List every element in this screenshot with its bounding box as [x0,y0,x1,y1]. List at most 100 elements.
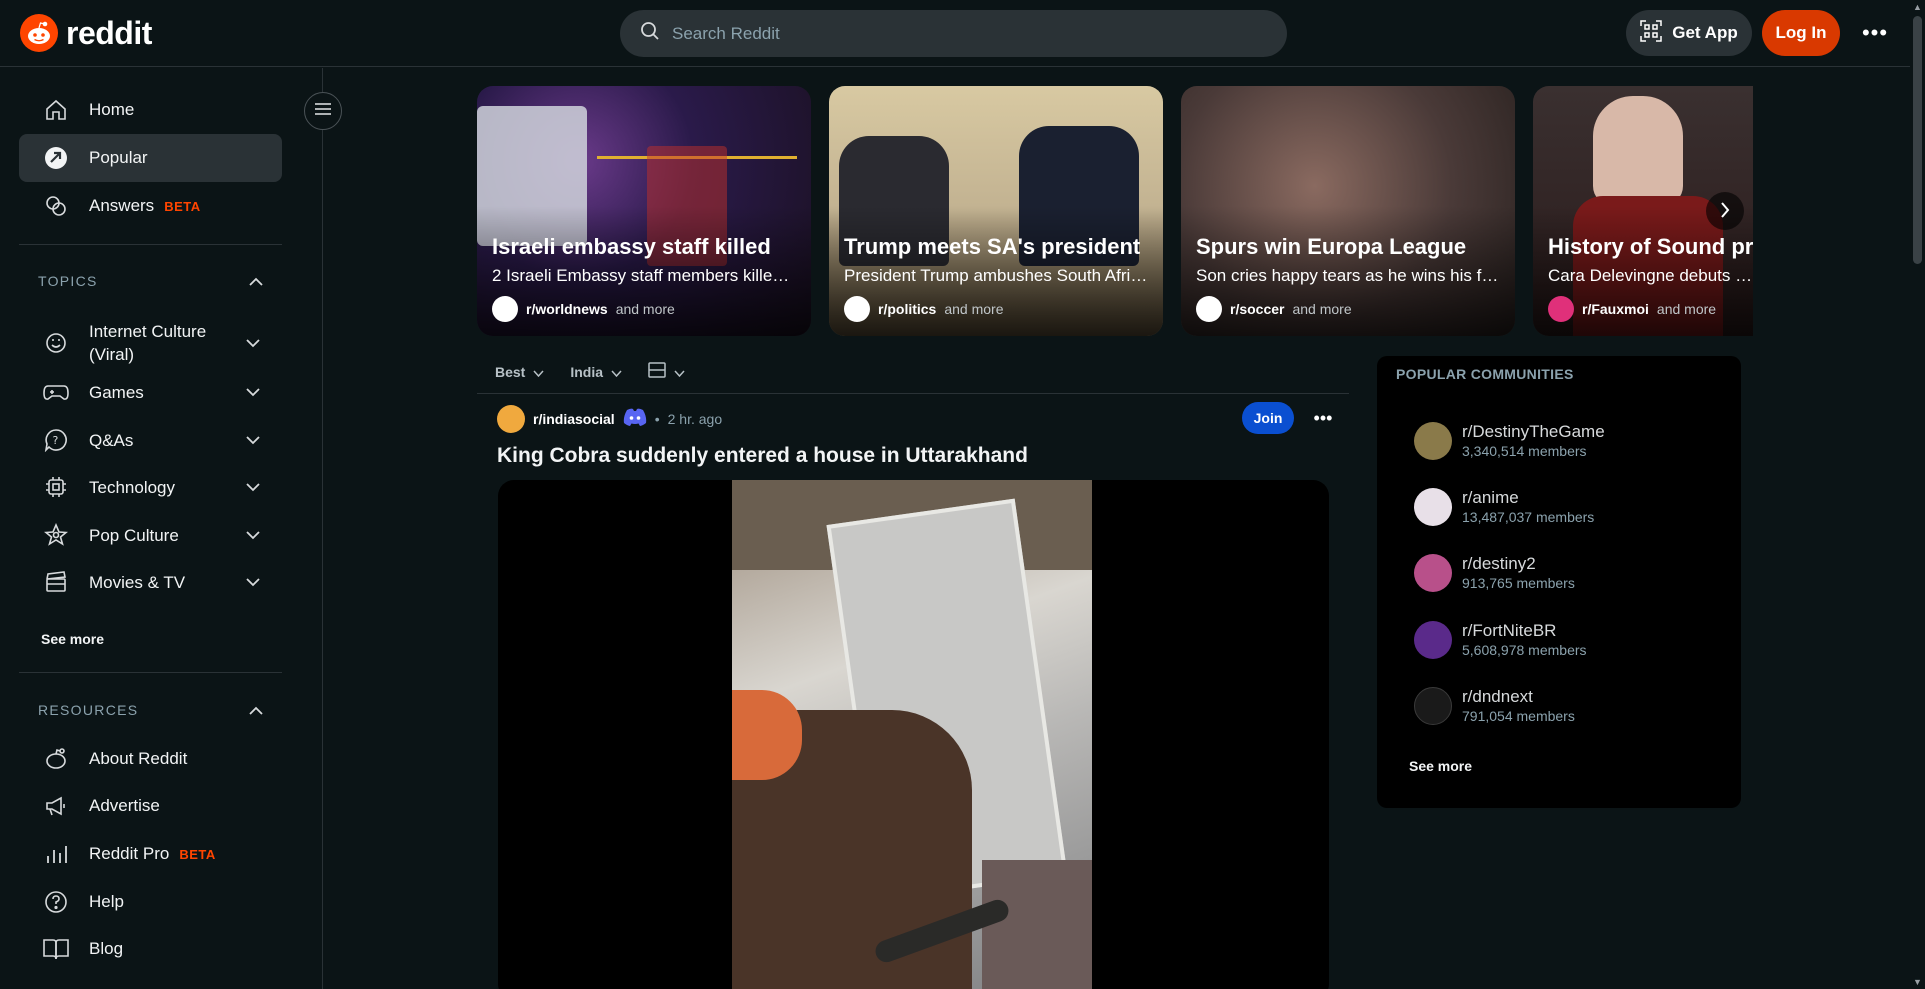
resources-header[interactable]: RESOURCES [38,702,263,718]
login-button[interactable]: Log In [1762,10,1840,56]
trending-carousel: Israeli embassy staff killed 2 Israeli E… [477,86,1753,336]
fauxmoi-avatar-icon [1548,296,1574,322]
bar-chart-icon [43,841,69,867]
sidebar-item-label: Answers [89,196,155,215]
sidebar-item-label: Popular [89,148,148,167]
topics-see-more-link[interactable]: See more [41,631,104,647]
sidebar-item-label: Blog [89,939,124,958]
community-name: r/destiny2 [1462,554,1536,573]
internet-culture-icon [43,330,69,356]
community-members: 13,487,037 members [1462,509,1595,525]
search-icon [640,21,660,46]
popular-communities-panel: POPULAR COMMUNITIES r/DestinyTheGame 3,3… [1377,356,1741,808]
sidebar-item-movies-tv[interactable]: Movies & TV [19,567,282,597]
card-more: and more [615,301,675,317]
community-item[interactable]: r/destiny2 913,765 members [1414,546,1724,600]
gamepad-icon [43,379,69,405]
sidebar-item-internet-culture[interactable]: Internet Culture (Viral) [19,318,282,368]
topics-header[interactable]: TOPICS [38,273,263,289]
community-name: r/DestinyTheGame [1462,422,1605,441]
collapse-sidebar-button[interactable] [304,92,342,130]
page-scrollbar[interactable]: ▲ ▼ [1910,0,1925,989]
card-subreddit[interactable]: r/worldnews [526,301,608,317]
communities-see-more-link[interactable]: See more [1409,758,1472,774]
sort-dropdown[interactable]: Best [495,364,544,380]
sidebar-item-label: Movies & TV [89,572,186,592]
post-video[interactable] [498,480,1329,989]
soccer-avatar-icon [1196,296,1222,322]
sidebar-item-home[interactable]: Home [19,86,282,134]
get-app-button[interactable]: Get App [1626,10,1752,56]
sidebar-item-label: Games [89,382,144,402]
card-subreddit[interactable]: r/politics [878,301,936,317]
sidebar-item-help[interactable]: Help [19,878,282,926]
sidebar-item-pop-culture[interactable]: Pop Culture [19,520,282,550]
qr-code-icon [1640,19,1662,47]
card-subreddit[interactable]: r/Fauxmoi [1582,301,1649,317]
card-title: Spurs win Europa League [1196,234,1467,259]
community-name: r/FortNiteBR [1462,621,1557,640]
sidebar-item-games[interactable]: Games [19,377,282,407]
reddit-app: reddit Get App Log In ••• Home [0,0,1925,989]
discord-icon [623,408,647,431]
community-item[interactable]: r/dndnext 791,054 members [1414,679,1724,733]
sidebar-item-blog[interactable]: Blog [19,925,282,973]
chevron-down-icon [246,572,260,592]
card-subreddit[interactable]: r/soccer [1230,301,1284,317]
carousel-card[interactable]: Israeli embassy staff killed 2 Israeli E… [477,86,811,336]
card-meta: r/worldnews and more [492,296,675,322]
post-subreddit[interactable]: r/indiasocial [533,411,615,427]
chevron-down-icon [246,333,260,353]
community-name: r/dndnext [1462,687,1533,706]
chevron-down-icon [246,382,260,402]
carousel-next-button[interactable] [1706,192,1744,230]
sidebar-item-popular[interactable]: Popular [19,134,282,182]
scroll-up-icon[interactable]: ▲ [1913,2,1922,12]
sidebar-item-technology[interactable]: Technology [19,472,282,502]
view-dropdown[interactable] [648,362,685,381]
search-input[interactable] [672,23,1252,44]
feed-sort-bar: Best India [477,350,1349,394]
card-meta: r/soccer and more [1196,296,1352,322]
carousel-card[interactable]: Spurs win Europa League Son cries happy … [1181,86,1515,336]
join-button[interactable]: Join [1242,402,1294,434]
post-title[interactable]: King Cobra suddenly entered a house in U… [497,444,1028,468]
community-item[interactable]: r/anime 13,487,037 members [1414,480,1724,534]
chevron-up-icon [249,273,263,289]
sidebar-item-answers[interactable]: Answers BETA [19,182,282,230]
home-icon [43,97,69,123]
politics-avatar-icon [844,296,870,322]
beta-badge: BETA [164,198,201,214]
reddit-snoo-icon [20,14,58,52]
megaphone-icon [43,793,69,819]
community-item[interactable]: r/DestinyTheGame 3,340,514 members [1414,414,1724,468]
indiasocial-avatar-icon[interactable] [497,405,525,433]
sidebar-item-qas[interactable]: ? Q&As [19,425,282,455]
community-item[interactable]: r/FortNiteBR 5,608,978 members [1414,613,1724,667]
sidebar-item-advertise[interactable]: Advertise [19,782,282,830]
sidebar-item-label: About Reddit [89,749,188,768]
scroll-down-icon[interactable]: ▼ [1913,977,1922,987]
sidebar-item-about-reddit[interactable]: About Reddit [19,735,282,783]
sidebar-item-reddit-pro[interactable]: Reddit Pro BETA [19,830,282,878]
community-members: 5,608,978 members [1462,642,1587,658]
post-options-icon[interactable]: ••• [1306,402,1340,434]
get-app-label: Get App [1672,23,1738,42]
sidebar-divider [19,244,282,245]
sidebar-item-label: Reddit Pro [89,844,170,863]
region-dropdown[interactable]: India [570,364,622,380]
reddit-alien-icon [43,746,69,772]
scroll-thumb[interactable] [1913,16,1922,264]
sidebar-item-label: Pop Culture [89,525,179,545]
sidebar-item-label: Home [89,100,135,119]
carousel-card[interactable]: Trump meets SA's president President Tru… [829,86,1163,336]
reddit-logo[interactable]: reddit [20,14,152,52]
card-more: and more [1292,301,1352,317]
search-bar[interactable] [620,10,1287,57]
card-subtitle: President Trump ambushes South Afric... [844,266,1149,285]
chevron-down-icon [246,525,260,545]
sidebar-divider [19,672,282,673]
ellipsis-icon[interactable]: ••• [1860,18,1890,48]
worldnews-avatar-icon [492,296,518,322]
sidebar-item-label: Internet Culture (Viral) [89,322,207,364]
